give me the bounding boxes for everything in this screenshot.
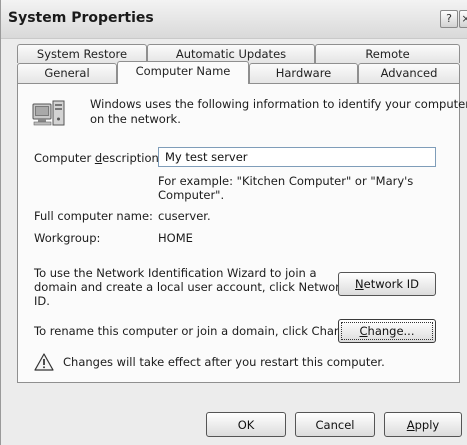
workgroup-value: HOME xyxy=(158,231,193,245)
network-id-text-line3: ID. xyxy=(34,294,50,308)
label-part: escription: xyxy=(102,151,163,165)
tab-label: Remote xyxy=(365,47,410,61)
network-id-button[interactable]: Network ID xyxy=(338,272,436,296)
example-text-line2: Computer". xyxy=(158,188,225,202)
tab-general[interactable]: General xyxy=(17,63,117,84)
title-bar: System Properties ? × xyxy=(1,0,467,39)
close-icon: × xyxy=(461,12,467,25)
tab-label: General xyxy=(44,66,90,80)
change-button[interactable]: Change... xyxy=(338,319,436,343)
restart-warning-text: Changes will take effect after you resta… xyxy=(63,355,385,369)
tab-label: Automatic Updates xyxy=(175,47,287,61)
full-computer-name-label: Full computer name: xyxy=(34,209,153,223)
computer-icon xyxy=(32,100,65,126)
workgroup-label: Workgroup: xyxy=(34,231,101,245)
close-button[interactable]: × xyxy=(459,10,467,28)
computer-description-input[interactable]: My test server xyxy=(158,147,436,167)
window-title: System Properties xyxy=(8,10,154,26)
label-part: Computer xyxy=(34,151,95,165)
intro-text-line2: on the network. xyxy=(90,112,181,126)
tab-label: Hardware xyxy=(275,66,332,80)
tab-computer-name[interactable]: Computer Name xyxy=(117,61,249,84)
warning-icon xyxy=(34,353,54,371)
cancel-button[interactable]: Cancel xyxy=(295,412,375,437)
tab-label: Computer Name xyxy=(135,64,231,78)
intro-text-line1: Windows uses the following information t… xyxy=(90,97,467,111)
rename-text: To rename this computer or join a domain… xyxy=(34,324,360,338)
button-label: Cancel xyxy=(315,417,355,432)
computer-name-panel: Windows uses the following information t… xyxy=(17,83,467,383)
help-icon: ? xyxy=(446,12,452,25)
computer-description-value: My test server xyxy=(165,150,248,164)
tab-advanced[interactable]: Advanced xyxy=(358,63,460,84)
button-accesskey: C xyxy=(359,324,368,338)
button-label: pply xyxy=(414,417,440,432)
system-properties-dialog: System Properties ? × System Restore Aut… xyxy=(0,0,467,445)
computer-description-label: Computer description: xyxy=(34,151,163,165)
tab-remote[interactable]: Remote xyxy=(315,44,460,63)
tab-label: System Restore xyxy=(36,47,128,61)
help-button[interactable]: ? xyxy=(440,10,458,28)
network-id-text-line2: domain and create a local user account, … xyxy=(34,280,347,294)
button-accesskey: A xyxy=(406,417,415,432)
button-label: hange... xyxy=(367,324,415,338)
network-id-text-line1: To use the Network Identification Wizard… xyxy=(34,266,317,280)
example-text-line1: For example: "Kitchen Computer" or "Mary… xyxy=(158,174,414,188)
apply-button[interactable]: Apply xyxy=(384,412,462,437)
button-label: OK xyxy=(237,417,255,432)
button-label: etwork ID xyxy=(363,277,419,291)
tab-hardware[interactable]: Hardware xyxy=(249,63,358,84)
button-accesskey: N xyxy=(355,277,364,291)
tab-label: Advanced xyxy=(380,66,438,80)
full-computer-name-value: cuserver. xyxy=(158,209,211,223)
ok-button[interactable]: OK xyxy=(206,412,286,437)
